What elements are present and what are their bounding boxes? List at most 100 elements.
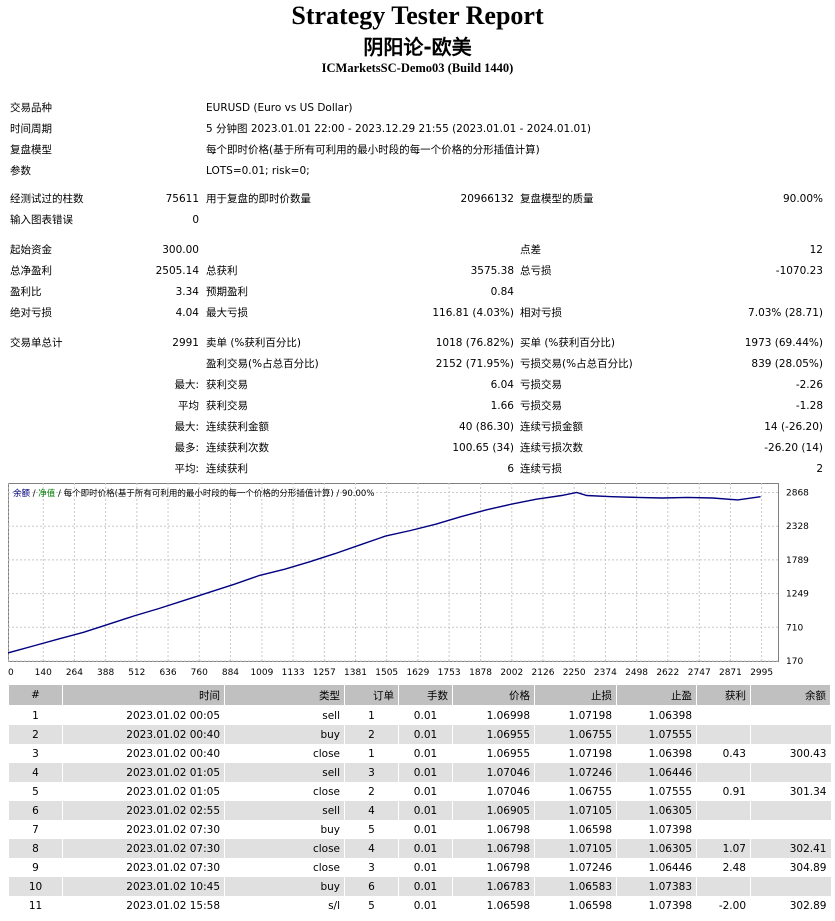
table-cell: 1.06798 [452,839,535,858]
cons-loss-amt-label: 连续亏损金额 [520,421,583,433]
payoff-value: 0.84 [490,286,514,298]
quality-value: 90.00% [782,193,823,205]
table-cell: 2.48 [696,858,751,877]
symbol-label: 交易品种 [10,102,52,114]
y-tick-label: 1249 [786,590,809,600]
ticks-label: 用于复盘的即时价数量 [206,193,311,205]
table-cell: 2 [344,782,399,801]
table-cell: sell [224,705,345,725]
loss-trades-label: 亏损交易(%占总百分比) [520,358,633,370]
table-row: 10 2023.01.02 10:45 buy 6 0.01 1.06783 1.06583… [8,877,831,896]
table-cell: buy [224,820,345,839]
table-cell: 1.06398 [616,744,697,763]
max-drawdown-value: 116.81 (4.03%) [432,307,514,319]
table-cell: 1.07105 [534,801,617,820]
x-tick-label: 2374 [594,668,617,678]
table-cell: 1.06305 [616,839,697,858]
table-cell [750,820,831,839]
column-header: 类型 [224,684,345,706]
x-tick-label: 884 [222,668,239,678]
table-cell: 1.07383 [616,877,697,896]
avg-cons-win-label: 连续获利 [206,463,248,475]
trades-label: 交易单总计 [10,337,63,349]
table-row: 8 2023.01.02 07:30 close 4 0.01 1.06798 1.0710… [8,839,831,858]
table-cell: 1.06446 [616,763,697,782]
avg-loss-label: 亏损交易 [520,400,562,412]
avg-cons-win-value: 6 [507,463,514,475]
loss-trades-value: 839 (28.05%) [751,358,823,370]
cons-win-amt-value: 40 (86.30) [459,421,514,433]
spread-value: 12 [809,244,823,256]
table-cell: 6 [8,801,63,820]
table-cell: 5 [344,820,399,839]
most-label: 最多: [174,442,199,454]
table-cell: 0.01 [398,877,453,896]
table-cell: 1.07398 [616,896,697,915]
table-cell: buy [224,725,345,744]
deposit-label: 起始资金 [10,244,52,256]
table-cell: 1.07046 [452,782,535,801]
x-tick-label: 2126 [532,668,555,678]
table-cell: 2023.01.02 00:05 [62,705,225,725]
cons-win-amt-label: 连续获利金额 [206,421,269,433]
abs-drawdown-label: 绝对亏损 [10,307,52,319]
table-cell: 1.06783 [452,877,535,896]
profit-factor-label: 盈利比 [10,286,42,298]
largest-label: 最大: [174,379,199,391]
table-cell: 1.06955 [452,744,535,763]
net-label: 总净盈利 [10,265,52,277]
table-cell [750,705,831,725]
ticks-value: 20966132 [460,193,514,205]
table-cell: 3 [8,744,63,763]
table-cell: 0.01 [398,763,453,782]
period-label: 时间周期 [10,123,52,135]
table-cell [696,763,751,782]
table-cell: 1.06598 [534,896,617,915]
table-cell [696,877,751,896]
table-cell: 3 [344,858,399,877]
payoff-label: 预期盈利 [206,286,248,298]
y-tick-label: 1789 [786,556,809,566]
table-cell: 1 [8,705,63,725]
deposit-value: 300.00 [162,244,199,256]
quality-label: 复盘模型的质量 [520,193,594,205]
table-cell: 9 [8,858,63,877]
model-label: 复盘模型 [10,144,52,156]
table-cell: 1 [344,705,399,725]
table-row: 1 2023.01.02 00:05 sell 1 0.01 1.06998 1.07198… [8,705,831,725]
table-row: 11 2023.01.02 15:58 s/l 5 0.01 1.06598 1.06598… [8,896,831,915]
table-cell: 1 [344,744,399,763]
table-cell: 2 [8,725,63,744]
largest-loss-label: 亏损交易 [520,379,562,391]
params-value: LOTS=0.01; risk=0; [206,165,310,177]
abs-drawdown-value: 4.04 [175,307,199,319]
table-row: 3 2023.01.02 00:40 close 1 0.01 1.06955 1.0719… [8,744,831,763]
table-cell: 4 [8,763,63,782]
table-cell: sell [224,801,345,820]
cons-loss-cnt-value: -26.20 (14) [764,442,823,454]
table-cell: 0.01 [398,782,453,801]
balance-chart: 2868 2328 1789 1249 710 170 0 140 264 388 512 636 7… [8,483,809,678]
table-cell: 4 [344,839,399,858]
table-cell: 0.43 [696,744,751,763]
spread-label: 点差 [520,244,541,256]
summary-section: 交易品种 EURUSD (Euro vs US Dollar) 时间周期 5 分… [0,0,835,480]
x-tick-label: 1753 [438,668,461,678]
avg-cons-loss-label: 连续亏损 [520,463,562,475]
table-row: 4 2023.01.02 01:05 sell 3 0.01 1.07046 1.07246… [8,763,831,782]
table-cell: 1.07198 [534,705,617,725]
column-header: 余额 [750,684,831,706]
table-cell: 7 [8,820,63,839]
period-value: 5 分钟图 2023.01.01 22:00 - 2023.12.29 21:5… [206,123,591,135]
table-cell: 1.06305 [616,801,697,820]
table-cell: 1.06755 [534,782,617,801]
cons-loss-amt-value: 14 (-26.20) [764,421,823,433]
table-cell: 2023.01.02 07:30 [62,858,225,877]
table-cell: 5 [344,896,399,915]
profit-factor-value: 3.34 [175,286,199,298]
cons-loss-cnt-label: 连续亏损次数 [520,442,583,454]
x-tick-label: 1133 [282,668,305,678]
legend-separator: / [33,489,36,499]
table-cell: 2023.01.02 00:40 [62,744,225,763]
avg-cons-label: 平均: [174,463,199,475]
